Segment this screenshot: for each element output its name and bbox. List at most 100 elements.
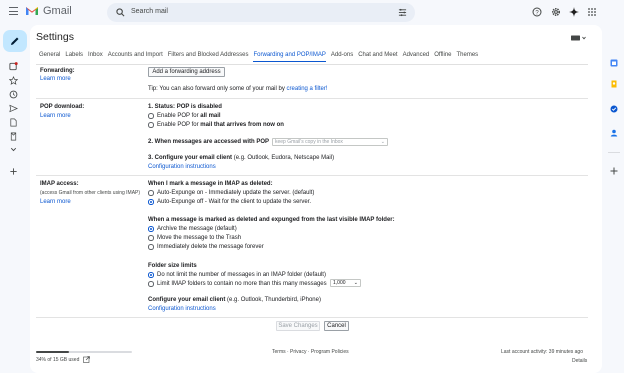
chevron-down-icon: ⌄ [353,280,358,286]
compose-button[interactable] [3,30,27,52]
send-icon[interactable] [9,104,18,113]
side-panel [604,25,624,373]
mail-icon[interactable] [9,132,18,141]
tab-general[interactable]: General [39,51,60,59]
tasks-icon[interactable] [610,105,618,113]
pop-from-now-radio[interactable] [148,122,154,128]
settings-gear-icon[interactable] [551,7,561,17]
pop-download-label: POP download: [40,104,85,110]
imap-access-sublabel: (access Gmail from other clients using I… [40,190,141,196]
folder-size-title: Folder size limits [148,263,197,269]
tab-forwarding-and-pop-imap[interactable]: Forwarding and POP/IMAP [253,51,326,62]
storage-text: 34% of 15 GB used [36,357,80,363]
storage-bar[interactable] [36,351,132,353]
search-input[interactable]: Search mail [131,8,168,15]
brand-name[interactable]: Gmail [43,5,72,17]
no-limit-radio[interactable] [148,272,154,278]
side-panel-divider [608,152,620,153]
pop-all-mail-label: Enable POP for all mail [157,113,221,119]
clock-icon[interactable] [9,90,18,99]
tab-labels[interactable]: Labels [65,51,83,59]
tab-chat-and-meet[interactable]: Chat and Meet [358,51,397,59]
chevron-down-icon[interactable] [9,145,18,154]
contacts-icon[interactable] [610,129,618,137]
pop-all-mail-radio[interactable] [148,113,154,119]
archive-message-radio[interactable] [148,226,154,232]
pop-all-mail-bold: all mail [200,113,221,119]
forwarding-label: Forwarding: [40,68,75,74]
apps-grid-icon[interactable] [587,7,597,17]
pop-status-value: POP is disabled [176,104,222,110]
plus-icon[interactable] [610,167,618,175]
menu-icon[interactable] [9,7,18,15]
auto-expunge-off-label: Auto-Expunge off - Wait for the client t… [157,199,312,205]
limit-folders-radio[interactable] [148,281,154,287]
star-icon[interactable] [9,76,18,85]
imap-deleted-title: When I mark a message in IMAP as deleted… [148,181,273,187]
forwarding-tip: Tip: You can also forward only some of y… [148,86,328,92]
forwarding-learn-more-link[interactable]: Learn more [40,76,71,82]
help-icon[interactable]: ? [532,7,542,17]
calendar-icon[interactable] [610,59,618,67]
tab-offline[interactable]: Offline [434,51,451,59]
search-icon[interactable] [116,8,125,17]
last-activity: Last account activity: 39 minutes ago [501,349,583,355]
keyboard-icon[interactable] [571,35,586,41]
chevron-down-icon: ⌄ [380,139,385,145]
tabs-divider [36,64,588,65]
gmail-logo-icon[interactable] [25,5,39,16]
pop-configuration-link[interactable]: Configuration instructions [148,164,216,170]
plus-icon[interactable] [9,167,18,176]
save-changes-button[interactable]: Save Changes [276,321,320,331]
footer-policy-links[interactable]: Terms · Privacy · Program Policies [272,349,349,355]
tab-themes[interactable]: Themes [457,51,479,59]
pop-step3: 3. Configure your email client (e.g. Out… [148,155,334,161]
delete-forever-radio[interactable] [148,244,154,250]
limit-count-select[interactable]: 1,000 ⌄ [330,279,361,287]
tab-advanced[interactable]: Advanced [403,51,430,59]
add-forwarding-address-button[interactable]: Add a forwarding address [148,67,225,77]
pop-from-now-label: Enable POP for mail that arrives from no… [157,122,284,128]
imap-configure-rest: (e.g. Outlook, Thunderbird, iPhone) [225,297,321,303]
no-limit-label: Do not limit the number of messages in a… [157,272,326,278]
keep-icon[interactable] [610,80,618,88]
tab-add-ons[interactable]: Add-ons [331,51,353,59]
forwarding-tip-text: Tip: You can also forward only some of y… [148,86,287,92]
move-to-trash-radio[interactable] [148,235,154,241]
inbox-icon[interactable] [9,62,18,71]
imap-configure-bold: Configure your email client [148,297,226,303]
auto-expunge-on-radio[interactable] [148,190,154,196]
limit-folders-label: Limit IMAP folders to contain no more th… [157,281,327,287]
gemini-icon[interactable] [569,7,579,17]
auto-expunge-off-radio[interactable] [148,199,154,205]
details-link[interactable]: Details [572,358,587,364]
pop-step3-bold: 3. Configure your email client [148,155,233,161]
pop-status: 1. Status: POP is disabled [148,104,222,110]
divider [36,98,588,99]
imap-configuration-link[interactable]: Configuration instructions [148,306,216,312]
pop-from-now-prefix: Enable POP for [157,122,201,128]
pop-learn-more-link[interactable]: Learn more [40,113,71,119]
file-icon[interactable] [9,118,18,127]
filter-icon[interactable] [398,8,407,17]
pop-step3-rest: (e.g. Outlook, Eudora, Netscape Mail) [232,155,335,161]
search-bar[interactable]: Search mail [107,3,415,22]
cancel-button[interactable]: Cancel [324,321,349,331]
settings-panel: Settings General Labels Inbox Accounts and … [30,25,602,373]
pop-status-prefix: 1. Status: [148,104,177,110]
tab-filters-and-blocked-addresses[interactable]: Filters and Blocked Addresses [168,51,249,59]
pop-all-mail-prefix: Enable POP for [157,113,201,119]
create-filter-link[interactable]: creating a filter! [287,86,328,92]
imap-learn-more-link[interactable]: Learn more [40,199,71,205]
avatar[interactable] [605,7,616,18]
tab-inbox[interactable]: Inbox [88,51,103,59]
external-link-icon[interactable] [83,356,90,363]
archive-message-label: Archive the message (default) [157,226,237,232]
move-to-trash-label: Move the message to the Trash [157,235,242,241]
imap-expunged-title: When a message is marked as deleted and … [148,217,395,223]
pop-access-select[interactable]: keep Gmail's copy in the Inbox ⌄ [272,138,388,146]
imap-configure: Configure your email client (e.g. Outloo… [148,297,321,303]
pop-access-select-value: keep Gmail's copy in the Inbox [275,139,343,145]
tab-accounts-and-import[interactable]: Accounts and Import [108,51,163,59]
pencil-icon [11,37,19,45]
